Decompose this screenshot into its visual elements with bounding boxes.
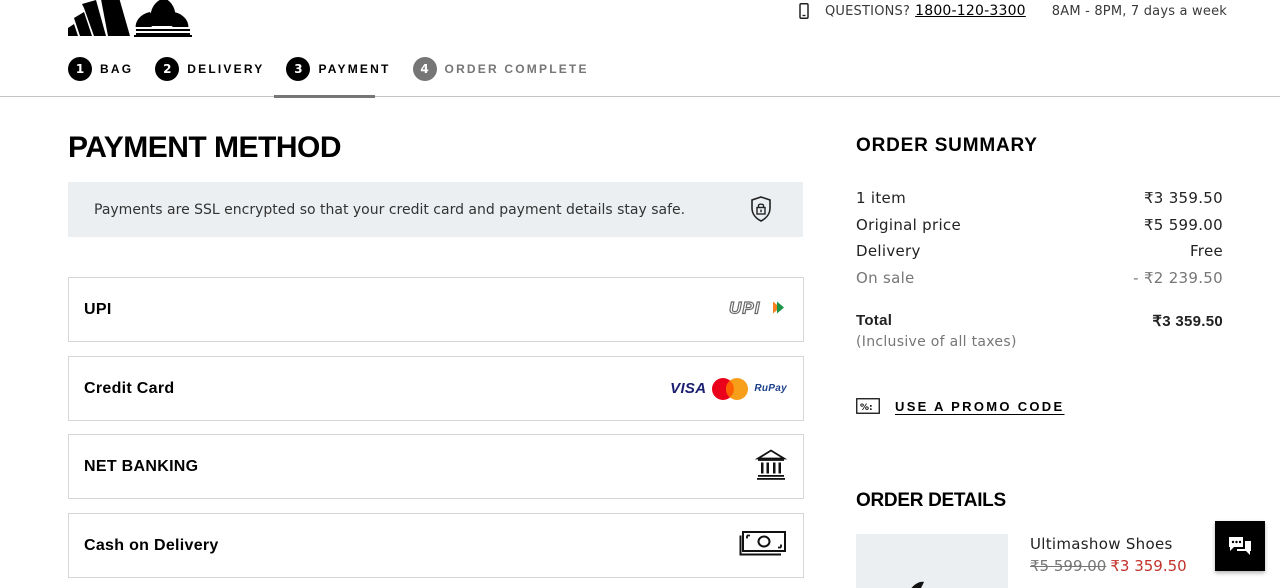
- order-summary-title: ORDER SUMMARY: [856, 135, 1038, 156]
- payment-method-label: NET BANKING: [84, 457, 199, 475]
- summary-row-original-price: Original price ₹5 599.00: [856, 216, 1223, 234]
- tax-note: (Inclusive of all taxes): [856, 334, 1017, 350]
- total-value: ₹3 359.50: [1152, 313, 1223, 330]
- service-hours: 8AM - 8PM, 7 days a week: [1051, 3, 1227, 19]
- promo-code-label: USE A PROMO CODE: [895, 398, 1065, 414]
- step-label: ORDER COMPLETE: [444, 62, 589, 76]
- product-prices: ₹5 599.00 ₹3 359.50: [1030, 557, 1187, 575]
- summary-row-items: 1 item ₹3 359.50: [856, 189, 1223, 207]
- brand-logo[interactable]: [68, 0, 192, 38]
- total-label: Total: [856, 312, 893, 329]
- cash-icon: [739, 530, 787, 561]
- payment-method-cash-on-delivery[interactable]: Cash on Delivery: [68, 513, 804, 578]
- card-brands-icon: VISA RuPay: [670, 377, 787, 401]
- page-title: PAYMENT METHOD: [68, 131, 342, 164]
- payment-method-upi[interactable]: UPI UPI: [68, 277, 804, 342]
- rupay-icon: RuPay: [754, 383, 787, 394]
- customer-service-contact: QUESTIONS? 1800-120-3300 8AM - 8PM, 7 da…: [797, 3, 1227, 19]
- checkout-steps: 1 BAG 2 DELIVERY 3 PAYMENT 4 ORDER COMPL…: [68, 56, 611, 82]
- step-number: 3: [286, 57, 311, 81]
- questions-label: QUESTIONS?: [825, 3, 911, 19]
- summary-value: - ₹2 239.50: [1133, 269, 1223, 287]
- product-sale-price: ₹3 359.50: [1110, 557, 1187, 575]
- ssl-notice: Payments are SSL encrypted so that your …: [68, 182, 803, 237]
- payment-method-label: Cash on Delivery: [84, 536, 219, 554]
- payment-method-net-banking[interactable]: NET BANKING: [68, 434, 804, 499]
- step-label: BAG: [100, 62, 134, 76]
- payment-method-label: Credit Card: [84, 379, 175, 397]
- step-order-complete: 4 ORDER COMPLETE: [412, 56, 589, 82]
- summary-label: Delivery: [856, 242, 921, 260]
- checkout-header: QUESTIONS? 1800-120-3300 8AM - 8PM, 7 da…: [0, 0, 1280, 98]
- payment-method-credit-card[interactable]: Credit Card VISA RuPay: [68, 356, 804, 421]
- order-details-title: ORDER DETAILS: [856, 490, 1006, 511]
- product-original-price: ₹5 599.00: [1030, 557, 1107, 575]
- step-payment[interactable]: 3 PAYMENT: [286, 56, 390, 82]
- step-number: 1: [68, 57, 92, 81]
- ssl-notice-text: Payments are SSL encrypted so that your …: [94, 201, 686, 218]
- step-number: 4: [412, 57, 437, 81]
- active-step-indicator: [274, 95, 375, 98]
- product-name[interactable]: Ultimashow Shoes: [1030, 535, 1173, 553]
- chat-icon: [1229, 537, 1251, 555]
- promo-code-link[interactable]: %: USE A PROMO CODE: [856, 398, 1064, 414]
- summary-label: On sale: [856, 269, 915, 287]
- payment-method-label: UPI: [84, 300, 112, 318]
- svg-text:%:: %:: [860, 403, 873, 413]
- summary-row-on-sale: On sale - ₹2 239.50: [856, 269, 1223, 287]
- upi-logo-icon: UPI: [728, 297, 787, 321]
- bank-icon: [754, 448, 788, 485]
- summary-value: ₹5 599.00: [1143, 216, 1223, 234]
- summary-label: 1 item: [856, 189, 907, 207]
- product-image[interactable]: [856, 534, 1008, 588]
- shield-lock-icon: [749, 195, 773, 223]
- phone-icon: [797, 3, 811, 19]
- summary-row-delivery: Delivery Free: [856, 242, 1223, 260]
- svg-text:UPI: UPI: [729, 298, 761, 316]
- step-delivery[interactable]: 2 DELIVERY: [155, 56, 264, 82]
- summary-row-total: Total ₹3 359.50: [856, 312, 1223, 330]
- chat-button[interactable]: [1215, 521, 1265, 571]
- step-label: PAYMENT: [318, 62, 391, 76]
- step-bag[interactable]: 1 BAG: [68, 56, 133, 82]
- promo-tag-icon: %:: [856, 398, 880, 414]
- summary-value: ₹3 359.50: [1143, 189, 1223, 207]
- step-number: 2: [155, 57, 180, 81]
- summary-value: Free: [1189, 242, 1223, 260]
- adidas-logo-icon: [68, 0, 192, 37]
- step-label: DELIVERY: [187, 62, 265, 76]
- visa-icon: VISA: [670, 380, 707, 397]
- phone-number-link[interactable]: 1800-120-3300: [915, 3, 1026, 19]
- summary-label: Original price: [856, 216, 961, 234]
- mastercard-icon: [712, 377, 749, 400]
